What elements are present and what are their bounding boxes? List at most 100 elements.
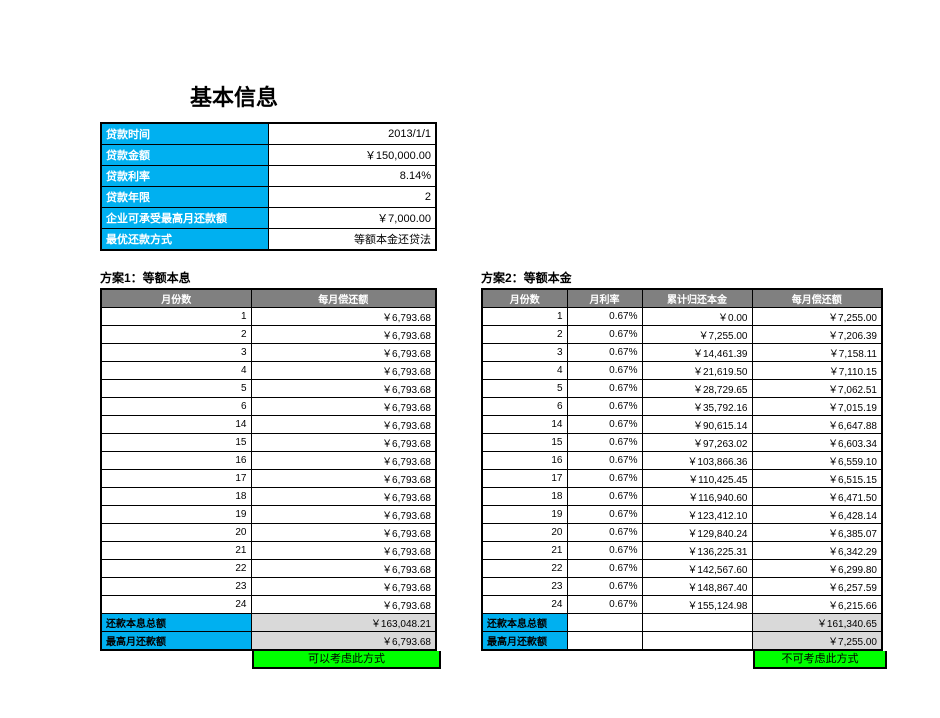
p2-cum: ￥129,840.24 — [642, 524, 752, 542]
table-row: 60.67%￥35,792.16￥7,015.19 — [482, 398, 882, 416]
info-value: 2013/1/1 — [269, 123, 437, 145]
p1-pay: ￥6,793.68 — [251, 380, 436, 398]
table-row: 40.67%￥21,619.50￥7,110.15 — [482, 362, 882, 380]
info-value: ￥150,000.00 — [269, 145, 437, 166]
p1-month: 24 — [101, 596, 251, 614]
table-row: 5￥6,793.68 — [101, 380, 436, 398]
plans-row: 方案1：等额本息 月份数 每月偿还额 1￥6,793.682￥6,793.683… — [100, 269, 940, 669]
p2-cum: ￥14,461.39 — [642, 344, 752, 362]
p1-pay: ￥6,793.68 — [251, 416, 436, 434]
plan1-verdict: 可以考虑此方式 — [252, 651, 441, 669]
p2-sum-blank — [567, 614, 642, 632]
p1-month: 5 — [101, 380, 251, 398]
p2-rate: 0.67% — [567, 470, 642, 488]
p1-pay: ￥6,793.68 — [251, 452, 436, 470]
p1-month: 2 — [101, 326, 251, 344]
table-row: 15￥6,793.68 — [101, 434, 436, 452]
basic-info-table: 贷款时间2013/1/1贷款金额￥150,000.00贷款利率8.14%贷款年限… — [100, 122, 437, 251]
p1-month: 22 — [101, 560, 251, 578]
table-row: 20.67%￥7,255.00￥7,206.39 — [482, 326, 882, 344]
p2-month: 24 — [482, 596, 567, 614]
info-label: 贷款利率 — [101, 166, 269, 187]
p1-sum-value: ￥163,048.21 — [251, 614, 436, 632]
p2-rate: 0.67% — [567, 326, 642, 344]
p2-month: 6 — [482, 398, 567, 416]
info-value: 等额本金还贷法 — [269, 229, 437, 251]
p2-pay: ￥6,515.15 — [752, 470, 882, 488]
p2-rate: 0.67% — [567, 560, 642, 578]
p2-pay: ￥6,299.80 — [752, 560, 882, 578]
p2-cum: ￥90,615.14 — [642, 416, 752, 434]
p2-cum: ￥35,792.16 — [642, 398, 752, 416]
p1-pay: ￥6,793.68 — [251, 362, 436, 380]
p2-rate: 0.67% — [567, 362, 642, 380]
plan1-title: 方案1：等额本息 — [100, 269, 441, 286]
p2-cum: ￥28,729.65 — [642, 380, 752, 398]
table-row: 16￥6,793.68 — [101, 452, 436, 470]
plan2-h1: 月份数 — [482, 289, 567, 308]
p1-month: 20 — [101, 524, 251, 542]
p2-rate: 0.67% — [567, 434, 642, 452]
plan2-title: 方案2：等额本金 — [481, 269, 887, 286]
p2-rate: 0.67% — [567, 524, 642, 542]
p2-pay: ￥6,471.50 — [752, 488, 882, 506]
p2-sum-label: 还款本息总额 — [482, 614, 567, 632]
table-row: 240.67%￥155,124.98￥6,215.66 — [482, 596, 882, 614]
p2-cum: ￥142,567.60 — [642, 560, 752, 578]
table-row: 2￥6,793.68 — [101, 326, 436, 344]
p2-month: 18 — [482, 488, 567, 506]
info-label: 贷款时间 — [101, 123, 269, 145]
table-row: 220.67%￥142,567.60￥6,299.80 — [482, 560, 882, 578]
p2-rate: 0.67% — [567, 452, 642, 470]
p2-month: 17 — [482, 470, 567, 488]
p2-pay: ￥6,428.14 — [752, 506, 882, 524]
info-label: 最优还款方式 — [101, 229, 269, 251]
p2-rate: 0.67% — [567, 398, 642, 416]
table-row: 17￥6,793.68 — [101, 470, 436, 488]
p1-month: 19 — [101, 506, 251, 524]
plan2: 方案2：等额本金 月份数 月利率 累计归还本金 每月偿还额 10.67%￥0.0… — [481, 269, 887, 669]
p2-cum: ￥0.00 — [642, 308, 752, 326]
p2-sum-value: ￥7,255.00 — [752, 632, 882, 651]
p2-pay: ￥6,647.88 — [752, 416, 882, 434]
p2-cum: ￥110,425.45 — [642, 470, 752, 488]
p2-month: 19 — [482, 506, 567, 524]
p1-sum-label: 还款本息总额 — [101, 614, 251, 632]
info-label: 贷款年限 — [101, 187, 269, 208]
page: 基本信息 贷款时间2013/1/1贷款金额￥150,000.00贷款利率8.14… — [0, 0, 940, 709]
table-row: 230.67%￥148,867.40￥6,257.59 — [482, 578, 882, 596]
p1-pay: ￥6,793.68 — [251, 398, 436, 416]
p1-pay: ￥6,793.68 — [251, 524, 436, 542]
p2-rate: 0.67% — [567, 542, 642, 560]
info-label: 贷款金额 — [101, 145, 269, 166]
p1-month: 6 — [101, 398, 251, 416]
p2-cum: ￥116,940.60 — [642, 488, 752, 506]
table-row: 14￥6,793.68 — [101, 416, 436, 434]
p1-pay: ￥6,793.68 — [251, 470, 436, 488]
p2-pay: ￥7,110.15 — [752, 362, 882, 380]
plan2-h4: 每月偿还额 — [752, 289, 882, 308]
p1-pay: ￥6,793.68 — [251, 578, 436, 596]
p2-pay: ￥6,559.10 — [752, 452, 882, 470]
p2-sum-blank — [642, 632, 752, 651]
table-row: 190.67%￥123,412.10￥6,428.14 — [482, 506, 882, 524]
p1-sum-label: 最高月还款额 — [101, 632, 251, 651]
plan2-verdict: 不可考虑此方式 — [753, 651, 887, 669]
table-row: 3￥6,793.68 — [101, 344, 436, 362]
table-row: 20￥6,793.68 — [101, 524, 436, 542]
table-row: 21￥6,793.68 — [101, 542, 436, 560]
p2-month: 23 — [482, 578, 567, 596]
p1-pay: ￥6,793.68 — [251, 434, 436, 452]
p1-month: 23 — [101, 578, 251, 596]
p2-pay: ￥7,158.11 — [752, 344, 882, 362]
p1-pay: ￥6,793.68 — [251, 560, 436, 578]
p1-month: 3 — [101, 344, 251, 362]
p2-rate: 0.67% — [567, 596, 642, 614]
p2-cum: ￥97,263.02 — [642, 434, 752, 452]
p2-cum: ￥21,619.50 — [642, 362, 752, 380]
table-row: 1￥6,793.68 — [101, 308, 436, 326]
p1-pay: ￥6,793.68 — [251, 596, 436, 614]
p2-rate: 0.67% — [567, 380, 642, 398]
table-row: 24￥6,793.68 — [101, 596, 436, 614]
p2-month: 4 — [482, 362, 567, 380]
